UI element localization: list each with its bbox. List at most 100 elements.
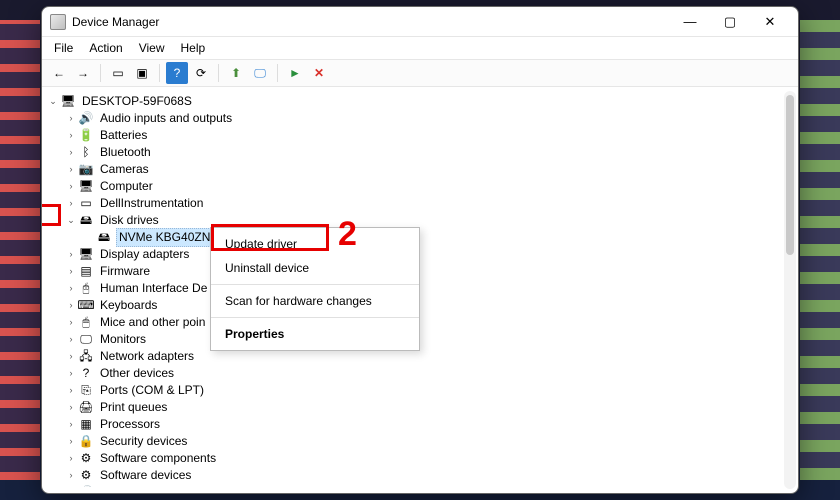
toolbar-separator <box>159 64 160 82</box>
tree-node-cat-18[interactable]: ›🔒Security devices <box>46 433 798 450</box>
tree-node-cat-11[interactable]: ›🖱Mice and other poin <box>46 314 798 331</box>
tree-node-cat-7[interactable]: ›🖥Display adapters <box>46 246 798 263</box>
chevron-icon[interactable]: › <box>64 486 78 488</box>
tree-node-cat-21[interactable]: ›🔊Sound, video and game controllers <box>46 484 798 487</box>
enable-button[interactable]: ► <box>284 62 306 84</box>
toolbar-separator <box>100 64 101 82</box>
chevron-icon[interactable]: ⌄ <box>64 214 78 228</box>
chevron-icon[interactable]: › <box>64 248 78 262</box>
chevron-icon[interactable]: › <box>64 282 78 296</box>
back-button[interactable]: ← <box>48 62 70 84</box>
chevron-icon[interactable]: › <box>64 384 78 398</box>
tree-node-cat-12[interactable]: ›🖵Monitors <box>46 331 798 348</box>
tree-node-cat-10[interactable]: ›⌨Keyboards <box>46 297 798 314</box>
tree-node-cat-1[interactable]: ›🔋Batteries <box>46 127 798 144</box>
properties-button[interactable]: ▣ <box>131 62 153 84</box>
forward-button[interactable]: → <box>72 62 94 84</box>
chevron-icon[interactable]: › <box>64 350 78 364</box>
update-driver-button[interactable]: ⬆ <box>225 62 247 84</box>
tree-node-cat-15[interactable]: ›⎘Ports (COM & LPT) <box>46 382 798 399</box>
device-icon: 🔊 <box>78 111 94 127</box>
chevron-icon[interactable]: › <box>64 265 78 279</box>
ctx-separator <box>211 284 419 285</box>
ctx-scan-hardware[interactable]: Scan for hardware changes <box>211 289 419 313</box>
chevron-icon[interactable]: › <box>64 333 78 347</box>
chevron-icon[interactable]: › <box>64 418 78 432</box>
chevron-icon[interactable]: › <box>64 469 78 483</box>
node-label: Ports (COM & LPT) <box>98 382 206 399</box>
device-icon: 🖧 <box>78 349 94 365</box>
chevron-icon[interactable]: › <box>64 316 78 330</box>
node-label: Computer <box>98 178 155 195</box>
chevron-icon[interactable]: › <box>64 129 78 143</box>
bg-pixel-left <box>0 20 40 480</box>
device-manager-window: Device Manager — ▢ ✕ File Action View He… <box>41 6 799 494</box>
chevron-icon[interactable]: ⌄ <box>46 95 60 109</box>
chevron-icon[interactable]: › <box>64 112 78 126</box>
tree-node-cat-6[interactable]: ⌄🖴Disk drives <box>46 212 798 229</box>
close-button[interactable]: ✕ <box>750 8 790 36</box>
node-label: Monitors <box>98 331 148 348</box>
scan-icon: ⟳ <box>196 66 206 80</box>
window-title: Device Manager <box>72 15 159 29</box>
node-label: Firmware <box>98 263 152 280</box>
forward-icon: → <box>77 66 89 80</box>
menu-file[interactable]: File <box>54 41 73 55</box>
chevron-icon[interactable]: › <box>64 299 78 313</box>
tree-node-cat-5[interactable]: ›▭DellInstrumentation <box>46 195 798 212</box>
chevron-icon[interactable]: › <box>64 180 78 194</box>
tree-node-child-6-0[interactable]: 🖴NVMe KBG40ZN <box>46 229 798 246</box>
chevron-icon[interactable]: › <box>64 146 78 160</box>
ctx-update-driver[interactable]: Update driver <box>211 232 419 256</box>
menu-help[interactable]: Help <box>181 41 206 55</box>
chevron-icon[interactable]: › <box>64 163 78 177</box>
device-tree[interactable]: ⌄🖥DESKTOP-59F068S›🔊Audio inputs and outp… <box>46 93 798 487</box>
chevron-icon[interactable]: › <box>64 452 78 466</box>
tree-node-cat-9[interactable]: ›🖰Human Interface De <box>46 280 798 297</box>
tree-node-cat-0[interactable]: ›🔊Audio inputs and outputs <box>46 110 798 127</box>
device-icon: 🖥 <box>60 94 76 110</box>
device-icon: 🖵 <box>78 332 94 348</box>
device-icon: ▭ <box>78 196 94 212</box>
menu-action[interactable]: Action <box>89 41 122 55</box>
device-icon: 🖨 <box>78 400 94 416</box>
tree-node-cat-8[interactable]: ›▤Firmware <box>46 263 798 280</box>
chevron-icon[interactable]: › <box>64 197 78 211</box>
chevron-icon[interactable]: › <box>64 401 78 415</box>
scrollbar[interactable] <box>784 91 796 489</box>
node-label: Human Interface De <box>98 280 209 297</box>
tree-node-cat-3[interactable]: ›📷Cameras <box>46 161 798 178</box>
chevron-icon[interactable]: › <box>64 367 78 381</box>
scroll-thumb[interactable] <box>786 95 794 255</box>
tree-node-cat-17[interactable]: ›▦Processors <box>46 416 798 433</box>
menu-view[interactable]: View <box>139 41 165 55</box>
minimize-button[interactable]: — <box>670 8 710 36</box>
device-icon: ⚙ <box>78 451 94 467</box>
chevron-icon[interactable] <box>82 231 96 245</box>
tree-node-cat-2[interactable]: ›ᛒBluetooth <box>46 144 798 161</box>
device-icon: 🖴 <box>78 213 94 229</box>
tree-node-cat-14[interactable]: ›?Other devices <box>46 365 798 382</box>
scan-button[interactable]: ⟳ <box>190 62 212 84</box>
maximize-button[interactable]: ▢ <box>710 8 750 36</box>
show-hidden-button[interactable]: ▭ <box>107 62 129 84</box>
ctx-properties[interactable]: Properties <box>211 322 419 346</box>
app-icon <box>50 14 66 30</box>
tree-node-cat-16[interactable]: ›🖨Print queues <box>46 399 798 416</box>
help-button[interactable]: ? <box>166 62 188 84</box>
uninstall-button[interactable]: ✕ <box>308 62 330 84</box>
chevron-icon[interactable]: › <box>64 435 78 449</box>
help-icon: ? <box>174 66 181 80</box>
tree-node-cat-20[interactable]: ›⚙Software devices <box>46 467 798 484</box>
tree-node-cat-4[interactable]: ›🖥Computer <box>46 178 798 195</box>
node-label: Software devices <box>98 467 193 484</box>
tree-node-cat-19[interactable]: ›⚙Software components <box>46 450 798 467</box>
monitor-icon: 🖵 <box>254 66 266 81</box>
tree-node-cat-13[interactable]: ›🖧Network adapters <box>46 348 798 365</box>
ctx-uninstall-device[interactable]: Uninstall device <box>211 256 419 280</box>
tree-node-root[interactable]: ⌄🖥DESKTOP-59F068S <box>46 93 798 110</box>
node-label: DellInstrumentation <box>98 195 205 212</box>
monitor-button[interactable]: 🖵 <box>249 62 271 84</box>
titlebar: Device Manager — ▢ ✕ <box>42 7 798 37</box>
device-icon: ⚙ <box>78 468 94 484</box>
